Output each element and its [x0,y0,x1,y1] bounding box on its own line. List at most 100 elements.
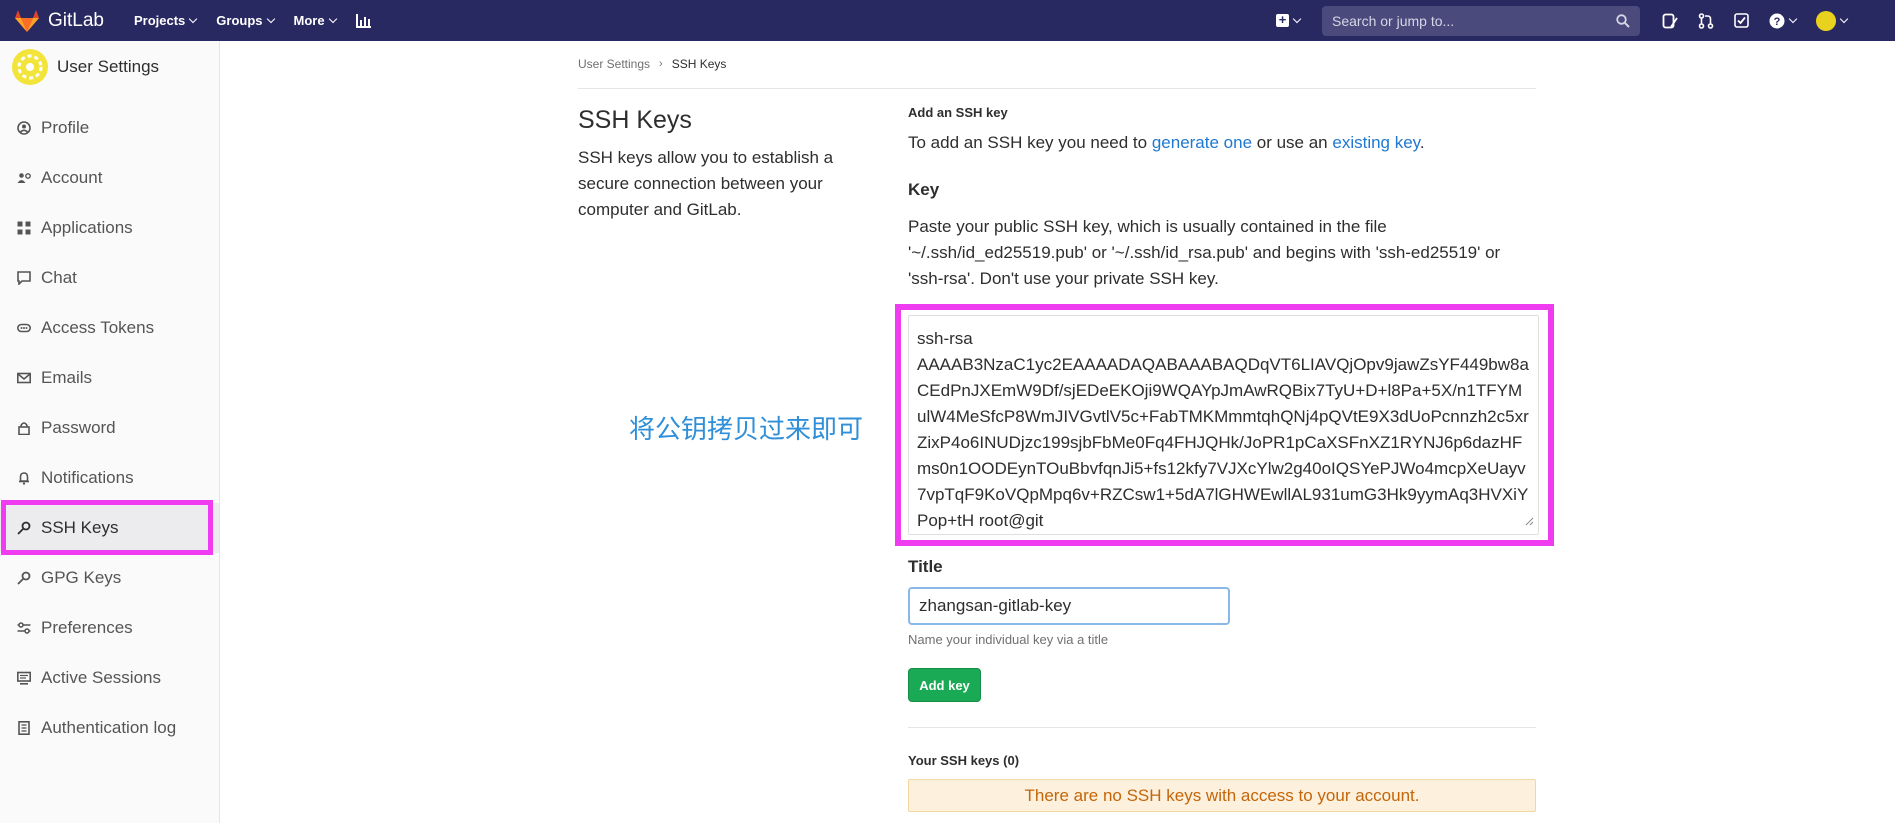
resize-handle-icon[interactable] [1524,516,1534,526]
key-field-help: Paste your public SSH key, which is usua… [908,217,1501,288]
help-icon: ? [1769,13,1785,28]
key-textarea[interactable]: ssh-rsa AAAAB3NzaC1yc2EAAAADAQABAAABAQDq… [908,315,1539,535]
annotation-note: 将公钥拷贝过来即可 [629,415,864,445]
breadcrumb: User Settings › SSH Keys [578,57,726,71]
nav-projects-dropdown[interactable]: Projects [133,13,198,28]
chevron-down-icon [266,14,275,24]
new-item-icon: + [1276,13,1289,27]
divider [908,727,1536,728]
sidebar-item-label: Password [41,418,116,437]
sidebar-item-label: Profile [41,118,90,137]
lock-icon [17,421,31,435]
divider [578,88,1536,89]
chevron-down-icon [1292,14,1302,24]
sidebar-item-label: Applications [41,218,133,237]
sidebar-item-label: Account [41,168,103,187]
log-icon [17,721,31,735]
sidebar-item-emails[interactable]: Emails [0,353,219,403]
todos-button[interactable] [1734,13,1749,28]
breadcrumb-current[interactable]: SSH Keys [672,57,727,71]
sidebar-item-notifications[interactable]: Notifications [0,453,219,503]
nav-groups-dropdown[interactable]: Groups [216,13,275,28]
user-avatar-icon [1816,10,1836,31]
applications-icon [17,221,31,235]
sidebar-item-active-sessions[interactable]: Active Sessions [0,653,219,703]
nav-groups-label: Groups [216,13,263,28]
sidebar-item-label: Preferences [41,618,133,637]
nav-projects-label: Projects [133,13,186,28]
nav-more-label: More [293,13,325,28]
chevron-down-icon [1839,14,1849,24]
brand-name: GitLab [48,9,104,31]
sidebar-item-label: Authentication log [41,718,177,737]
search-input[interactable] [1332,12,1602,29]
top-navbar: GitLab Projects Groups More + Search or … [0,0,1895,41]
sidebar-item-label: Chat [41,268,77,287]
page-title: SSH Keys [578,106,692,134]
title-field-hint: Name your individual key via a title [908,632,1109,647]
preferences-icon [17,621,31,635]
key-icon [17,521,31,535]
merge-requests-button[interactable] [1698,12,1714,29]
sidebar-item-preferences[interactable]: Preferences [0,603,219,653]
chat-icon [17,271,31,285]
sidebar-item-profile[interactable]: Profile [0,103,219,153]
title-input[interactable] [908,587,1230,625]
gitlab-brand[interactable]: GitLab [14,9,104,33]
monitor-icon [17,671,31,685]
bell-icon [17,471,31,485]
token-icon [17,321,31,335]
chart-bars-icon [355,13,371,28]
activity-button[interactable] [355,13,371,28]
generate-key-link[interactable]: generate one [1152,133,1252,152]
sidebar-item-account[interactable]: Account [0,153,219,203]
help-dropdown[interactable]: ? [1769,13,1798,29]
page-description: SSH keys allow you to establish a secure… [578,148,834,219]
svg-text:?: ? [1774,16,1781,28]
sidebar-item-label: Emails [41,368,93,387]
ssh-keys-list-heading: Your SSH keys (0) [908,753,1020,768]
email-icon [17,371,31,385]
sidebar-item-applications[interactable]: Applications [0,203,219,253]
form-section-heading: Add an SSH key [908,105,1008,120]
form-intro-prefix: To add an SSH key you need to [908,133,1152,152]
main-nav-menu: Projects Groups More [134,13,391,28]
sidebar-item-chat[interactable]: Chat [0,253,219,303]
sidebar-item-password[interactable]: Password [0,403,219,453]
sidebar-item-label: Notifications [41,468,134,487]
sidebar-item-label: Access Tokens [41,318,155,337]
form-intro-middle: or use an [1252,133,1333,152]
sidebar-item-access-tokens[interactable]: Access Tokens [0,303,219,353]
chevron-down-icon [189,14,198,24]
gitlab-logo-icon [15,9,39,32]
breadcrumb-separator-icon: › [659,58,663,70]
user-avatar [12,49,48,85]
user-menu-dropdown[interactable] [1816,10,1849,31]
todos-icon [1734,13,1749,28]
profile-icon [17,121,31,135]
form-intro: To add an SSH key you need to generate o… [908,133,1425,153]
empty-keys-alert: There are no SSH keys with access to you… [908,779,1536,812]
issues-button[interactable] [1662,13,1678,29]
key-field-label: Key [908,180,940,199]
merge-requests-icon [1698,12,1714,29]
form-intro-suffix: . [1419,133,1425,152]
sidebar-item-ssh-keys[interactable]: SSH Keys [0,500,219,555]
issues-icon [1662,13,1678,28]
search-icon [1616,13,1630,28]
navbar-right: + Search or jump to... ? [1276,0,1867,41]
sidebar-header[interactable]: User Settings [0,41,219,93]
new-item-dropdown[interactable]: + [1276,13,1302,27]
existing-key-link[interactable]: existing key [1332,133,1420,152]
add-key-button[interactable]: Add key [908,668,981,702]
breadcrumb-parent-link[interactable]: User Settings [578,57,650,71]
account-icon [17,171,31,185]
chevron-down-icon [328,14,337,24]
sidebar-title: User Settings [57,57,160,76]
sidebar-item-gpg-keys[interactable]: GPG Keys [0,553,219,603]
chevron-down-icon [1788,14,1798,24]
title-field-label: Title [908,557,943,576]
intro-column: SSH Keys SSH keys allow you to establish… [578,106,848,223]
nav-more-dropdown[interactable]: More [293,13,337,28]
sidebar-item-authentication-log[interactable]: Authentication log [0,703,219,753]
